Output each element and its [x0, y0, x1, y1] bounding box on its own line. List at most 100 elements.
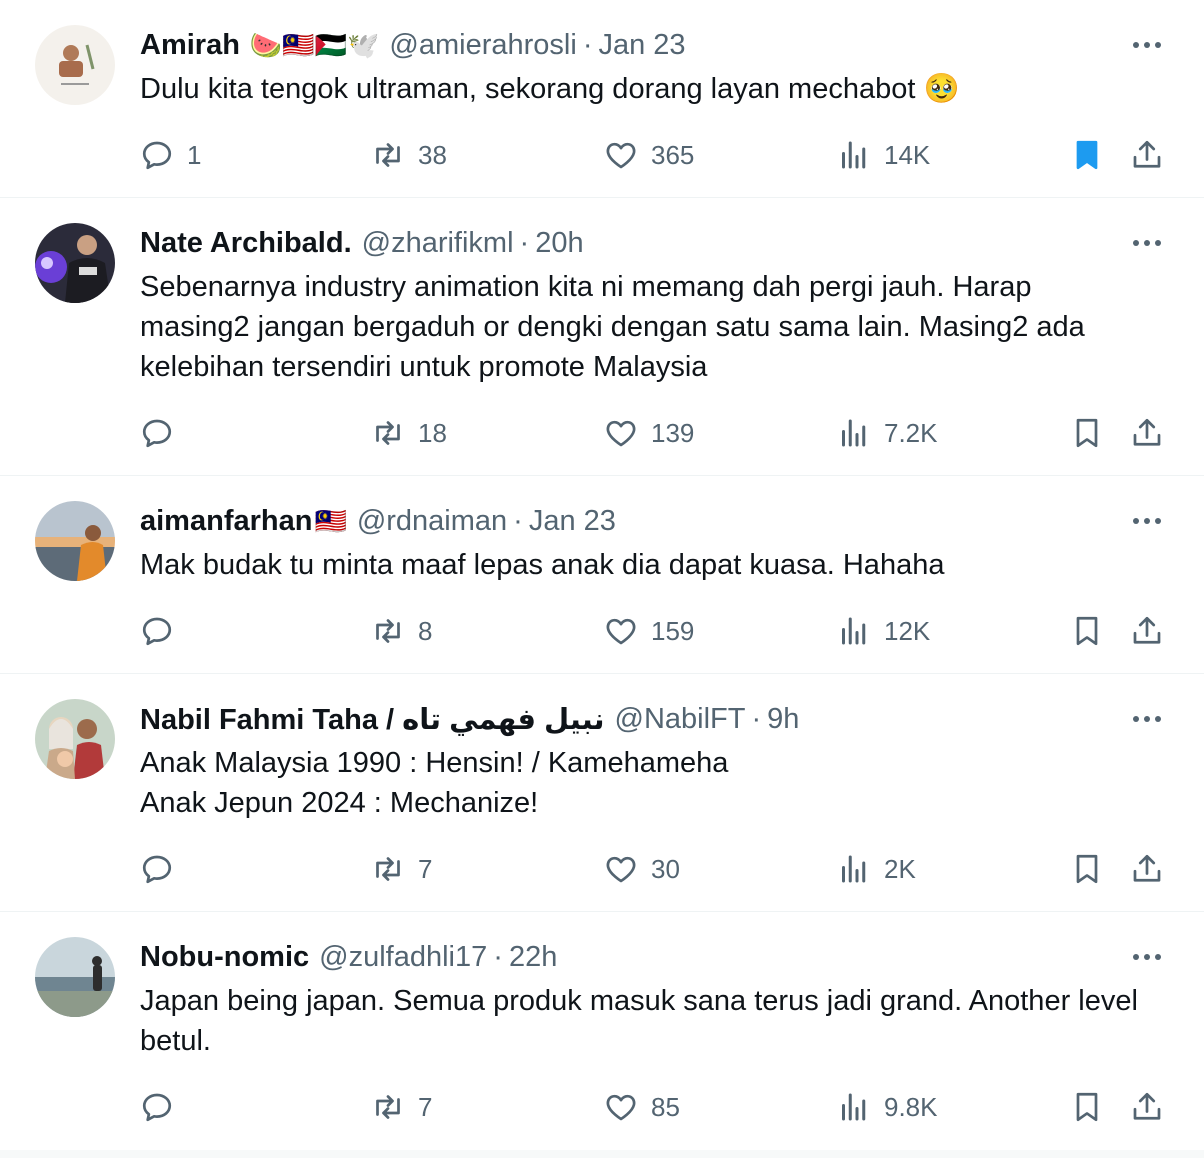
tweet-text: Sebenarnya industry animation kita ni me…	[140, 271, 1085, 383]
tweet-header: Nobu-nomic @zulfadhli17 · 22h	[140, 937, 557, 977]
like-button[interactable]: 85	[603, 1087, 680, 1127]
bookmark-button[interactable]	[1069, 1087, 1105, 1127]
reply-button[interactable]	[139, 611, 187, 651]
user-handle[interactable]: @rdnaiman	[357, 505, 507, 538]
views-button[interactable]: 12K	[836, 611, 930, 651]
like-icon	[606, 420, 636, 447]
tweet-feed: Amirah 🍉🇲🇾🇵🇸🕊️ @amierahrosli · Jan 23 Du…	[0, 0, 1204, 1150]
display-name[interactable]: Amirah	[140, 29, 240, 62]
like-count: 365	[651, 139, 695, 170]
like-count: 139	[651, 417, 695, 448]
action-bar: 7 30 2K	[0, 849, 1204, 889]
avatar[interactable]	[35, 25, 115, 105]
display-name[interactable]: Nate Archibald.	[140, 227, 352, 260]
share-button[interactable]	[1129, 849, 1165, 889]
retweet-button[interactable]: 8	[370, 611, 432, 651]
retweet-count: 18	[418, 417, 447, 448]
views-count: 12K	[884, 615, 931, 646]
avatar[interactable]	[35, 937, 115, 1017]
reply-button[interactable]	[139, 849, 187, 889]
share-button[interactable]	[1129, 1087, 1165, 1127]
retweet-icon	[376, 619, 400, 643]
bookmark-button[interactable]	[1069, 135, 1105, 175]
reply-icon	[142, 141, 172, 170]
retweet-count: 8	[418, 615, 433, 646]
display-name[interactable]: aimanfarhan	[140, 505, 312, 538]
user-handle[interactable]: @zharifikml	[362, 227, 514, 260]
timestamp[interactable]: 20h	[535, 227, 583, 260]
name-emojis: 🇲🇾	[314, 505, 347, 536]
display-name[interactable]: Nobu-nomic	[140, 941, 309, 974]
tweet[interactable]: Amirah 🍉🇲🇾🇵🇸🕊️ @amierahrosli · Jan 23 Du…	[0, 0, 1204, 198]
bookmark-button[interactable]	[1069, 611, 1105, 651]
timestamp[interactable]: Jan 23	[598, 29, 685, 62]
tweet[interactable]: Nate Archibald. @zharifikml · 20h Sebena…	[0, 198, 1204, 476]
user-handle[interactable]: @amierahrosli	[389, 29, 576, 62]
reply-count: 1	[187, 139, 202, 170]
retweet-button[interactable]: 18	[370, 413, 447, 453]
action-bar: 8 159 12K	[0, 611, 1204, 651]
retweet-icon	[376, 857, 400, 881]
separator: ·	[519, 226, 530, 259]
tweet-header: Amirah 🍉🇲🇾🇵🇸🕊️ @amierahrosli · Jan 23	[140, 25, 686, 65]
bookmark-icon	[1076, 1092, 1098, 1122]
tweet-header: aimanfarhan 🇲🇾 @rdnaiman · Jan 23	[140, 501, 616, 541]
share-icon	[1133, 854, 1161, 882]
share-button[interactable]	[1129, 135, 1165, 175]
user-handle[interactable]: @NabilFT	[615, 703, 746, 736]
tweet[interactable]: Nobu-nomic @zulfadhli17 · 22h Japan bein…	[0, 912, 1204, 1150]
views-button[interactable]: 14K	[836, 135, 930, 175]
more-icon[interactable]	[1130, 226, 1164, 260]
timestamp[interactable]: 22h	[509, 941, 557, 974]
retweet-button[interactable]: 7	[370, 1087, 432, 1127]
views-count: 7.2K	[884, 417, 938, 448]
views-button[interactable]: 7.2K	[836, 413, 938, 453]
name-emojis: 🍉🇲🇾🇵🇸🕊️	[249, 29, 380, 60]
tweet[interactable]: Nabil Fahmi Taha / نبيل فهمي تاه @NabilF…	[0, 674, 1204, 912]
more-icon[interactable]	[1130, 504, 1164, 538]
separator: ·	[582, 28, 593, 61]
retweet-button[interactable]: 7	[370, 849, 432, 889]
bookmark-button[interactable]	[1069, 413, 1105, 453]
tweet-header: Nate Archibald. @zharifikml · 20h	[140, 223, 584, 263]
reply-button[interactable]	[139, 1087, 187, 1127]
bookmark-button[interactable]	[1069, 849, 1105, 889]
retweet-icon	[376, 421, 400, 445]
share-icon	[1133, 418, 1161, 446]
avatar[interactable]	[35, 223, 115, 303]
share-button[interactable]	[1129, 611, 1165, 651]
like-icon	[606, 618, 636, 645]
separator: ·	[493, 940, 503, 973]
like-icon	[606, 1094, 636, 1121]
timestamp[interactable]: 9h	[767, 703, 799, 736]
feed-bottom-edge	[0, 1150, 1204, 1158]
reply-button[interactable]: 1	[139, 135, 201, 175]
views-count: 2K	[884, 853, 916, 884]
retweet-button[interactable]: 38	[370, 135, 447, 175]
display-name[interactable]: Nabil Fahmi Taha / نبيل فهمي تاه	[140, 702, 605, 737]
more-icon[interactable]	[1130, 28, 1164, 62]
more-icon[interactable]	[1130, 940, 1164, 974]
like-button[interactable]: 159	[603, 611, 694, 651]
timestamp[interactable]: Jan 23	[529, 505, 616, 538]
views-button[interactable]: 2K	[836, 849, 916, 889]
like-button[interactable]: 139	[603, 413, 694, 453]
share-icon	[1133, 1092, 1161, 1120]
share-button[interactable]	[1129, 413, 1165, 453]
bookmark-icon	[1076, 140, 1098, 170]
bookmark-icon	[1076, 616, 1098, 646]
views-button[interactable]: 9.8K	[836, 1087, 938, 1127]
reply-icon	[142, 855, 172, 884]
like-button[interactable]: 365	[603, 135, 694, 175]
share-icon	[1133, 616, 1161, 644]
reply-icon	[142, 617, 172, 646]
avatar[interactable]	[35, 699, 115, 779]
views-count: 9.8K	[884, 1091, 938, 1122]
tweet[interactable]: aimanfarhan 🇲🇾 @rdnaiman · Jan 23 Mak bu…	[0, 476, 1204, 674]
more-icon[interactable]	[1130, 702, 1164, 736]
reply-button[interactable]	[139, 413, 187, 453]
like-icon	[606, 856, 636, 883]
user-handle[interactable]: @zulfadhli17	[319, 941, 487, 974]
like-button[interactable]: 30	[603, 849, 680, 889]
avatar[interactable]	[35, 501, 115, 581]
